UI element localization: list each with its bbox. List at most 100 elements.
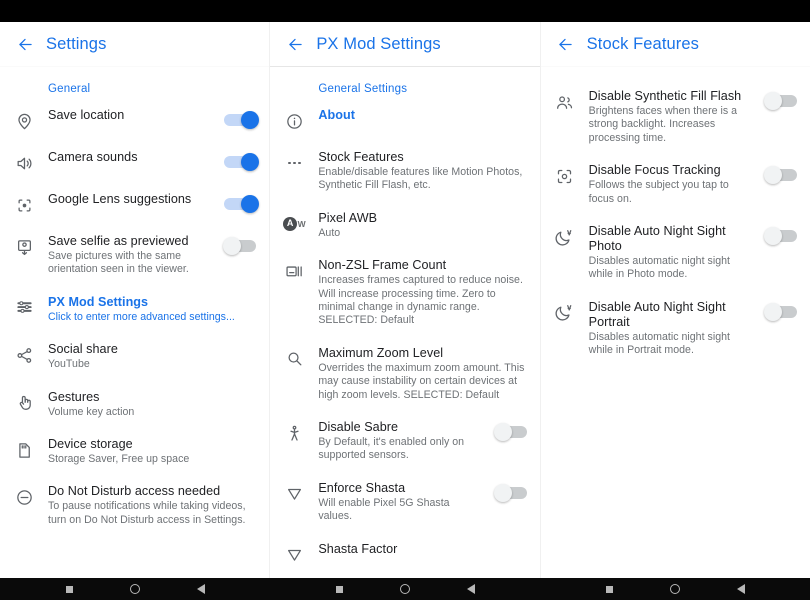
magnifier-icon [283, 348, 305, 370]
focus-tracking-icon [554, 165, 576, 187]
settings-list-px-mod-settings[interactable]: General Settings About Stock Features Enabl… [270, 67, 539, 578]
toggle-switch[interactable] [763, 226, 800, 246]
list-item[interactable]: Disable Auto Night Sight Photo Disables a… [541, 215, 810, 291]
navigation-bar [0, 578, 810, 600]
toggle-switch[interactable] [223, 236, 259, 256]
nav-group [270, 578, 540, 600]
list-item[interactable]: Social share YouTube [0, 333, 269, 380]
status-bar [0, 0, 810, 22]
settings-list-settings[interactable]: General Save location Camera sounds Google … [0, 67, 269, 578]
appbar-px-mod-settings: PX Mod Settings [270, 22, 540, 67]
list-item-title: Disable Sabre [318, 420, 399, 435]
list-item[interactable]: Google Lens suggestions [0, 183, 269, 225]
home-circle-icon[interactable] [126, 580, 144, 598]
list-item[interactable]: PX Mod Settings Click to enter more advan… [0, 286, 269, 333]
list-item-body: PX Mod Settings Click to enter more advan… [48, 295, 259, 324]
list-item-body: Disable Sabre By Default, it's enabled on… [318, 420, 489, 463]
list-item[interactable]: Enforce Shasta Will enable Pixel 5G Shast… [270, 472, 539, 533]
list-item[interactable]: Disable Synthetic Fill Flash Brightens fa… [541, 80, 810, 154]
home-circle-icon[interactable] [666, 580, 684, 598]
gesture-tap-icon [13, 392, 35, 414]
google-lens-icon [13, 194, 35, 216]
back-arrow-icon[interactable] [12, 31, 38, 57]
list-item-subtitle: Disables automatic night sight while in … [588, 330, 730, 357]
back-triangle-icon[interactable] [192, 580, 210, 598]
volume-up-icon [13, 152, 35, 174]
list-item[interactable]: Shasta Factor [270, 533, 539, 575]
list-item-subtitle: Will enable Pixel 5G Shasta values. [318, 496, 450, 523]
list-item-title: Disable Auto Night Sight Portrait [588, 299, 726, 329]
list-item-title: Social share [48, 342, 118, 357]
back-arrow-icon[interactable] [282, 31, 308, 57]
list-item[interactable]: Disable Focus Tracking Follows the subjec… [541, 154, 810, 215]
list-item[interactable]: About [270, 99, 539, 141]
list-item-subtitle: Increases frames captured to reduce nois… [318, 274, 523, 327]
toggle-switch[interactable] [493, 422, 530, 442]
list-item-title: Stock Features [318, 150, 404, 164]
toggle-switch[interactable] [223, 194, 260, 214]
list-item-body: Stock Features Enable/disable features li… [318, 150, 529, 193]
night-sight-auto-icon [554, 226, 576, 248]
toggle-switch[interactable] [763, 302, 800, 322]
toggle-switch[interactable] [763, 91, 800, 111]
list-item-title: Gestures [48, 389, 100, 404]
toggle-knob [763, 302, 782, 321]
list-item[interactable]: Disable Sabre By Default, it's enabled on… [270, 411, 539, 472]
list-item-subtitle: Brightens faces when there is a strong b… [588, 105, 738, 144]
list-item-title: Device storage [48, 437, 133, 452]
list-item[interactable]: Camera sounds [0, 141, 269, 183]
list-item-title: PX Mod Settings [48, 294, 149, 309]
list-item-subtitle: Volume key action [48, 405, 135, 418]
list-item-title: Non-ZSL Frame Count [318, 258, 447, 273]
nav-group [540, 578, 810, 600]
toggle-switch[interactable] [223, 110, 260, 130]
list-item-body: Do Not Disturb access needed To pause not… [48, 484, 259, 527]
recents-square-icon[interactable] [60, 580, 78, 598]
list-item-subtitle: To pause notifications while taking vide… [48, 500, 246, 526]
list-item[interactable]: Maximum Zoom Level Overrides the maximum … [270, 337, 539, 411]
list-item-body: Camera sounds [48, 150, 219, 165]
toggle-switch[interactable] [493, 483, 530, 503]
back-triangle-icon[interactable] [462, 580, 480, 598]
list-item-body: Enforce Shasta Will enable Pixel 5G Shast… [318, 481, 489, 524]
panel-px-mod-settings: PX Mod Settings General Settings About Stoc… [269, 22, 540, 578]
toggle-switch[interactable] [223, 152, 260, 172]
list-item[interactable]: Gestures Volume key action [0, 381, 269, 428]
toggle-knob [241, 153, 260, 171]
list-item-body: Google Lens suggestions [48, 192, 219, 207]
recents-square-icon[interactable] [330, 580, 348, 598]
list-item[interactable]: Save location [0, 99, 269, 141]
sabre-person-icon [283, 422, 305, 444]
info-icon [283, 110, 305, 132]
list-item-title: Google Lens suggestions [48, 192, 192, 206]
appbar-title: Stock Features [586, 34, 700, 53]
list-item[interactable]: Disable Auto Night Sight Portrait Disable… [541, 291, 810, 367]
list-item[interactable]: Non-ZSL Frame Count Increases frames capt… [270, 249, 539, 337]
list-item-subtitle: Storage Saver, Free up space [48, 453, 190, 466]
recents-square-icon[interactable] [600, 580, 618, 598]
settings-list-stock-features[interactable]: Disable Synthetic Fill Flash Brightens fa… [541, 67, 810, 578]
toggle-knob [241, 195, 260, 213]
people-icon [554, 91, 576, 113]
more-horizontal-icon-dots [287, 161, 301, 165]
list-item-body: Save location [48, 108, 219, 123]
toggle-knob [763, 227, 782, 246]
back-arrow-icon[interactable] [553, 31, 579, 57]
list-item[interactable]: A W Pixel AWB Auto [270, 202, 539, 249]
list-item[interactable]: Stock Features Enable/disable features li… [270, 141, 539, 202]
list-item[interactable]: Do Not Disturb access needed To pause not… [0, 475, 269, 536]
list-item-title: Disable Synthetic Fill Flash [588, 89, 742, 103]
toggle-switch[interactable] [763, 165, 800, 185]
home-circle-icon[interactable] [396, 580, 414, 598]
list-item-subtitle: Auto [318, 226, 341, 239]
list-item-subtitle: Follows the subject you tap to focus on. [588, 179, 729, 205]
toggle-knob [223, 237, 242, 255]
list-item[interactable]: Device storage Storage Saver, Free up spa… [0, 428, 269, 475]
list-item-body: Non-ZSL Frame Count Increases frames capt… [318, 258, 529, 328]
list-item-body: About [318, 108, 529, 123]
list-item[interactable]: Save selfie as previewed Save pictures wi… [0, 225, 269, 286]
triangle-down-icon [283, 544, 305, 566]
toggle-knob [763, 92, 782, 110]
panels-container: Settings General Save location Camera sound… [0, 22, 810, 578]
back-triangle-icon[interactable] [732, 580, 750, 598]
